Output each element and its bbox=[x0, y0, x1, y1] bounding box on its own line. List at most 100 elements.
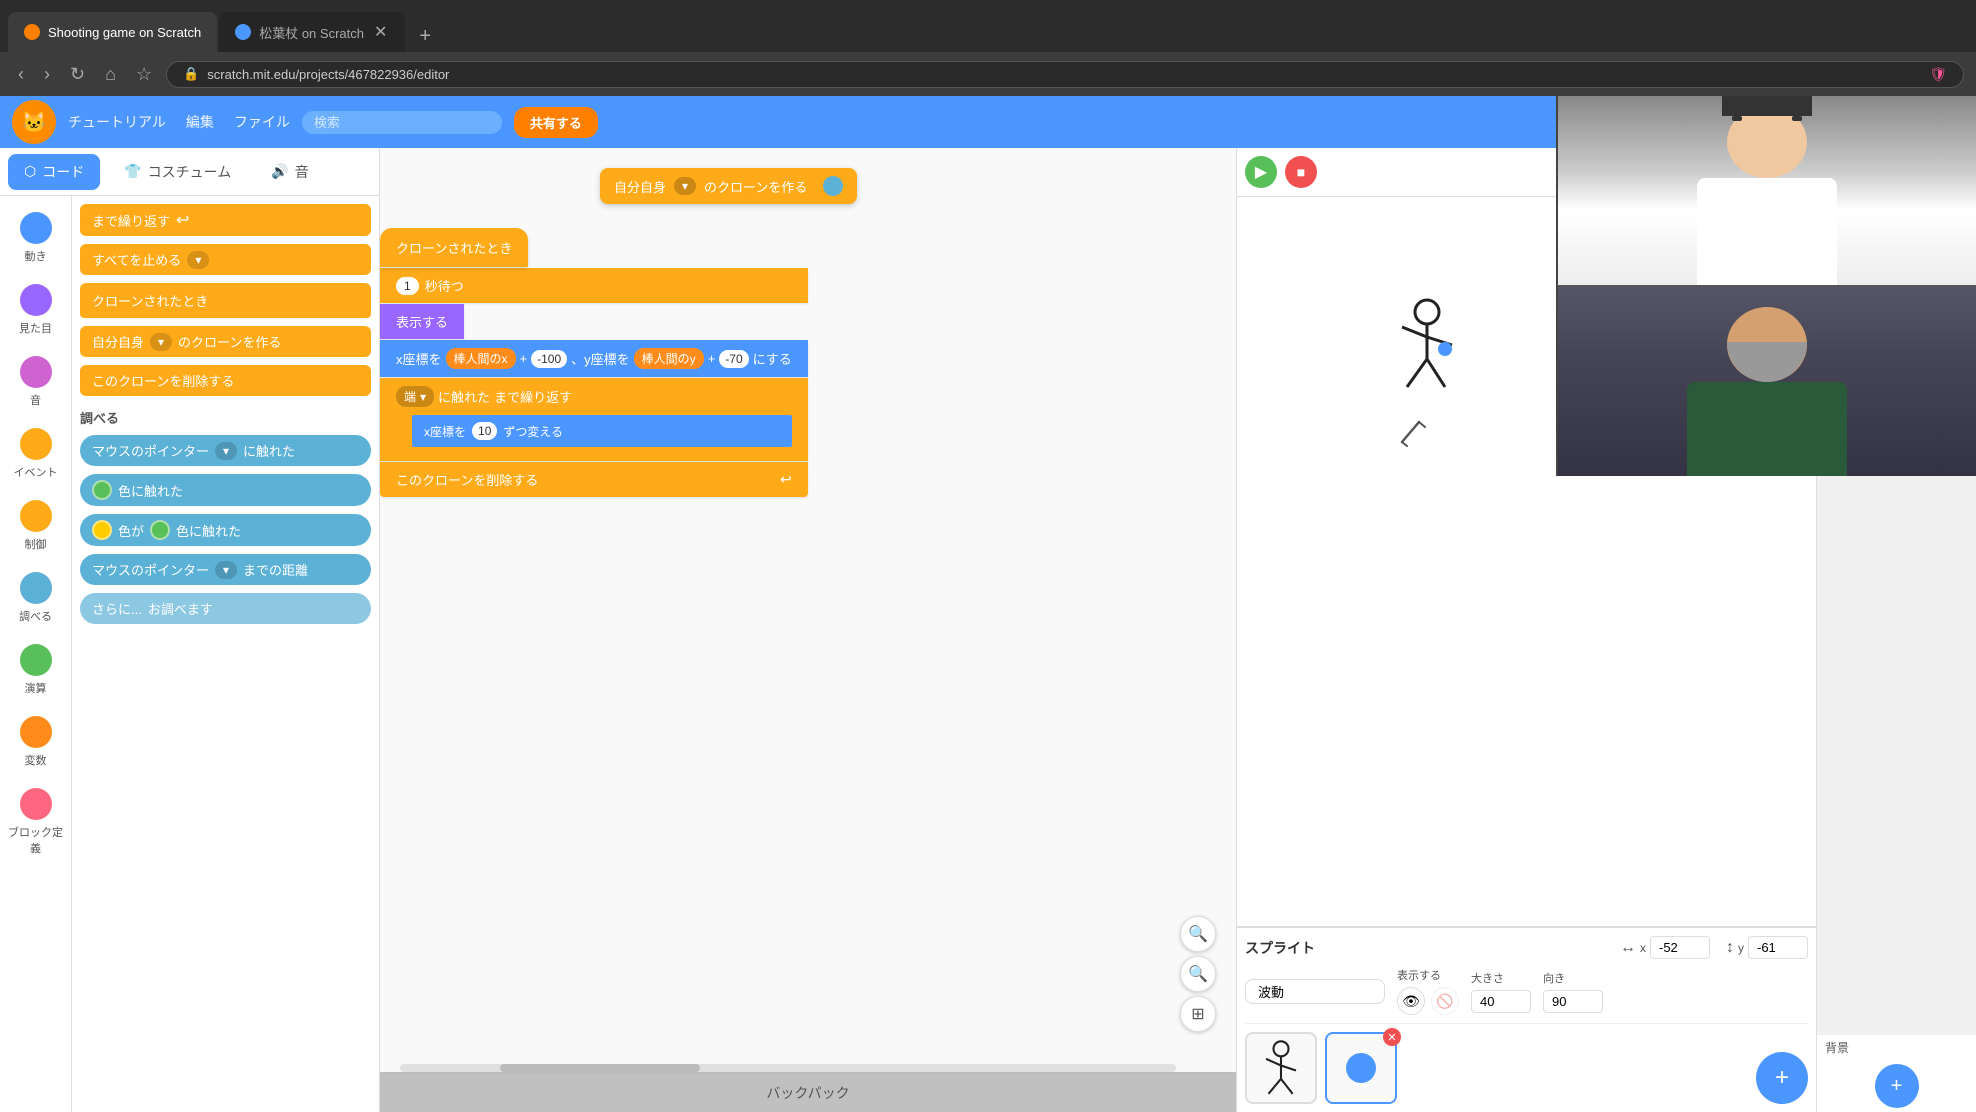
show-eye-button[interactable]: 👁 bbox=[1397, 987, 1425, 1015]
sprite-y-input[interactable] bbox=[1748, 936, 1808, 959]
nav-item-tutorial[interactable]: チュートリアル bbox=[68, 112, 166, 132]
block-touching-mouse[interactable]: マウスのポインター ▾ に触れた bbox=[80, 435, 371, 466]
stage-section: ▶ ■ bbox=[1237, 148, 1816, 1112]
horizontal-scrollbar[interactable] bbox=[400, 1064, 1176, 1072]
block-delete-clone-label: このクローンを削除する bbox=[92, 371, 234, 390]
tab-code[interactable]: ⬡ コード bbox=[8, 154, 100, 190]
category-sound[interactable]: 音 bbox=[4, 348, 68, 416]
nav-item-edit[interactable]: 編集 bbox=[186, 112, 214, 132]
category-sensing[interactable]: 調べる bbox=[4, 564, 68, 632]
sound-tab-icon: 🔊 bbox=[271, 163, 288, 180]
self-dropdown[interactable]: ▾ bbox=[674, 177, 696, 195]
sprite-thumb-stickfigure[interactable] bbox=[1245, 1032, 1317, 1104]
flag-button[interactable]: ▶ bbox=[1245, 156, 1277, 188]
header-search-input[interactable] bbox=[302, 111, 502, 134]
header-right: クラウドアクティビティ ログイン bbox=[1759, 113, 1964, 132]
clone-dropdown[interactable]: ▾ bbox=[150, 333, 172, 351]
add-background-button[interactable]: + bbox=[1875, 1064, 1919, 1108]
wait-duration-input[interactable]: 1 bbox=[396, 277, 419, 295]
block-repeat-until[interactable]: まで繰り返す ↩ bbox=[80, 204, 371, 236]
address-bar[interactable]: 🔒 scratch.mit.edu/projects/467822936/edi… bbox=[166, 61, 1964, 88]
zoom-fit-button[interactable]: ⊞ bbox=[1180, 996, 1216, 1032]
scrollbar-thumb[interactable] bbox=[500, 1064, 700, 1072]
category-variables[interactable]: 変数 bbox=[4, 708, 68, 776]
url-text: scratch.mit.edu/projects/467822936/edito… bbox=[207, 67, 449, 82]
backpack-bar[interactable]: バックパック bbox=[380, 1072, 1236, 1112]
script-area[interactable]: 自分自身 ▾ のクローンを作る クローンされたとき 1 秒待つ bbox=[380, 148, 1236, 1112]
tab2-close-icon[interactable]: ✕ bbox=[372, 22, 389, 42]
tab2-favicon bbox=[235, 24, 251, 40]
eye-buttons: 👁 🚫 bbox=[1397, 987, 1459, 1015]
block-color-label: 色が bbox=[118, 521, 144, 540]
login-text[interactable]: ログイン bbox=[1912, 113, 1964, 132]
category-looks[interactable]: 見た目 bbox=[4, 276, 68, 344]
block-group-clone-top: 自分自身 ▾ のクローンを作る bbox=[600, 168, 857, 204]
change-x-block[interactable]: x座標を 10 ずつ変える bbox=[412, 415, 792, 447]
size-input[interactable] bbox=[1471, 990, 1531, 1013]
hide-eye-button[interactable]: 🚫 bbox=[1431, 987, 1459, 1015]
zoom-controls: 🔍 🔍 ⊞ bbox=[1180, 916, 1216, 1032]
control-label: 制御 bbox=[25, 536, 47, 552]
distance-dropdown[interactable]: ▾ bbox=[215, 561, 237, 579]
block-color-touching-color[interactable]: 色が 色に触れた bbox=[80, 514, 371, 546]
category-operators[interactable]: 演算 bbox=[4, 636, 68, 704]
variables-label: 変数 bbox=[25, 752, 47, 768]
x-offset-input[interactable]: -100 bbox=[531, 350, 567, 368]
y-offset-input[interactable]: -70 bbox=[719, 350, 748, 368]
category-myblocks[interactable]: ブロック定義 bbox=[4, 780, 68, 864]
stop-all-dropdown[interactable]: ▾ bbox=[187, 251, 209, 269]
tab-matsuba[interactable]: 松葉杖 on Scratch ✕ bbox=[219, 12, 405, 52]
reload-button[interactable]: ↻ bbox=[64, 60, 91, 89]
repeat-until-header: 端 ▾ に触れた まで繰り返す bbox=[396, 386, 792, 415]
cloud-activity[interactable]: クラウドアクティビティ bbox=[1759, 113, 1900, 132]
edge-dropdown-block[interactable]: 端 ▾ bbox=[396, 386, 434, 407]
block-create-clone[interactable]: 自分自身 ▾ のクローンを作る bbox=[80, 326, 371, 357]
sprite-x-input[interactable] bbox=[1650, 936, 1710, 959]
block-delete-clone[interactable]: このクローンを削除する bbox=[80, 365, 371, 396]
home-button[interactable]: ⌂ bbox=[99, 60, 122, 89]
tab-shooting-game[interactable]: Shooting game on Scratch bbox=[8, 12, 217, 52]
direction-input[interactable] bbox=[1543, 990, 1603, 1013]
sprite-name-input[interactable] bbox=[1245, 979, 1385, 1004]
category-events[interactable]: イベント bbox=[4, 420, 68, 488]
stick-figure-sprite[interactable] bbox=[1387, 297, 1467, 397]
sprite-delete-button[interactable]: ✕ bbox=[1383, 1028, 1401, 1046]
scratch-logo[interactable]: 🐱 bbox=[12, 100, 56, 144]
forward-button[interactable]: › bbox=[38, 60, 56, 89]
delete-clone-block[interactable]: このクローンを削除する ↩ bbox=[380, 462, 808, 497]
tab1-title: Shooting game on Scratch bbox=[48, 25, 201, 40]
bookmark-button[interactable]: ☆ bbox=[130, 60, 158, 89]
set-xy-block[interactable]: x座標を 棒人間のx + -100 、y座標を 棒人間のy + -70 にする bbox=[380, 340, 808, 377]
category-control[interactable]: 制御 bbox=[4, 492, 68, 560]
tab1-favicon bbox=[24, 24, 40, 40]
nav-item-file[interactable]: ファイル bbox=[234, 112, 290, 132]
tab-costume[interactable]: 👕 コスチューム bbox=[108, 154, 247, 190]
category-motion[interactable]: 動き bbox=[4, 204, 68, 272]
block-more-partial[interactable]: さらに... お調べます bbox=[80, 593, 371, 624]
stage-thumbnail[interactable] bbox=[1817, 185, 1976, 1035]
sprite-panel-title: スプライト bbox=[1245, 938, 1315, 958]
block-stop-all[interactable]: すべてを止める ▾ bbox=[80, 244, 371, 275]
block-when-cloned[interactable]: クローンされたとき bbox=[80, 283, 371, 318]
block-distance-to-mouse[interactable]: マウスのポインター ▾ までの距離 bbox=[80, 554, 371, 585]
shield-icon: 🛡 bbox=[1929, 66, 1947, 83]
tab-sound[interactable]: 🔊 音 bbox=[255, 154, 324, 190]
new-tab-button[interactable]: + bbox=[411, 21, 439, 52]
repeat-until-block[interactable]: 端 ▾ に触れた まで繰り返す x座標を 10 ずつ変える bbox=[380, 378, 808, 461]
block-touching-color[interactable]: 色に触れた bbox=[80, 474, 371, 506]
sprite-thumb-wave[interactable]: ✕ bbox=[1325, 1032, 1397, 1104]
create-clone-block[interactable]: 自分自身 ▾ のクローンを作る bbox=[600, 168, 857, 204]
show-block[interactable]: 表示する bbox=[380, 304, 464, 339]
zoom-in-button[interactable]: 🔍 bbox=[1180, 916, 1216, 952]
stop-button[interactable]: ■ bbox=[1285, 156, 1317, 188]
zoom-out-button[interactable]: 🔍 bbox=[1180, 956, 1216, 992]
touching-dropdown[interactable]: ▾ bbox=[215, 442, 237, 460]
back-button[interactable]: ‹ bbox=[12, 60, 30, 89]
wait-block[interactable]: 1 秒待つ bbox=[380, 268, 808, 303]
add-sprite-button[interactable]: + bbox=[1756, 1052, 1808, 1104]
stage-viewport[interactable] bbox=[1237, 197, 1816, 926]
costume-tab-icon: 👕 bbox=[124, 163, 141, 180]
change-x-value[interactable]: 10 bbox=[472, 422, 497, 440]
hat-block-when-cloned[interactable]: クローンされたとき bbox=[380, 228, 528, 267]
share-button[interactable]: 共有する bbox=[514, 107, 598, 138]
